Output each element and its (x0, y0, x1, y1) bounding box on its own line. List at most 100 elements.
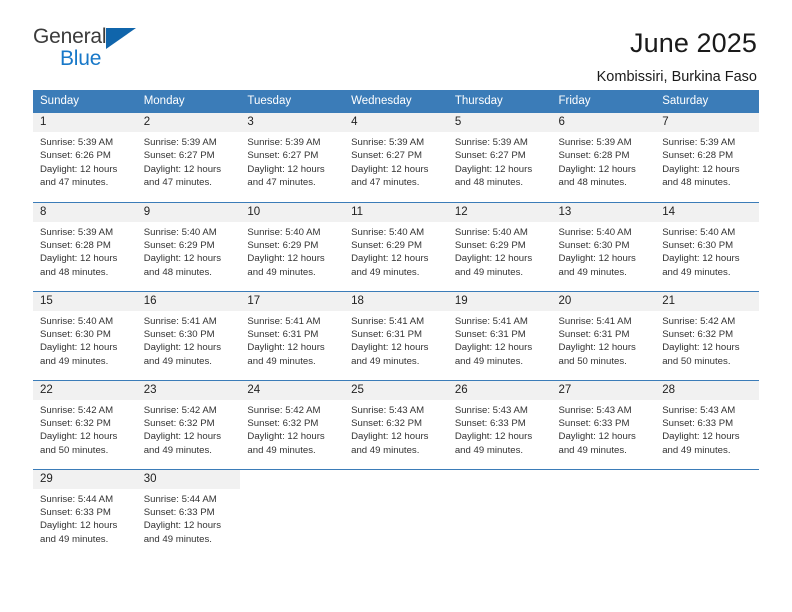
day-number: 10 (240, 202, 345, 222)
day-cell[interactable]: 30 Sunrise: 5:44 AM Sunset: 6:33 PM Dayl… (136, 468, 241, 558)
daylight-text-line1: Daylight: 12 hours (662, 431, 740, 443)
day-cell[interactable]: 8 Sunrise: 5:39 AM Sunset: 6:28 PM Dayli… (33, 201, 137, 291)
sunset-text: Sunset: 6:30 PM (40, 328, 111, 340)
sunset-text: Sunset: 6:28 PM (40, 239, 111, 251)
day-cell[interactable]: 1 Sunrise: 5:39 AM Sunset: 6:26 PM Dayli… (33, 113, 137, 202)
title-block: June 2025 Kombissiri, Burkina Faso (597, 26, 757, 86)
day-cell[interactable]: 17 Sunrise: 5:41 AM Sunset: 6:31 PM Dayl… (240, 290, 345, 380)
logo-triangle-icon (106, 28, 136, 49)
sunrise-text: Sunrise: 5:42 AM (143, 404, 217, 416)
day-cell[interactable]: 18 Sunrise: 5:41 AM Sunset: 6:31 PM Dayl… (344, 290, 448, 380)
day-number: 1 (33, 113, 137, 132)
daylight-text-line2: and 49 minutes. (454, 266, 524, 278)
weekday-header-friday: Friday (551, 90, 656, 113)
sunset-text: Sunset: 6:32 PM (351, 417, 423, 429)
daylight-text-line1: Daylight: 12 hours (247, 253, 325, 265)
sunrise-text: Sunrise: 5:40 AM (662, 226, 736, 238)
day-number (448, 470, 552, 489)
day-number: 15 (33, 291, 137, 311)
sunrise-text: Sunrise: 5:40 AM (40, 315, 114, 327)
daylight-text-line1: Daylight: 12 hours (143, 520, 222, 532)
day-cell[interactable]: 20 Sunrise: 5:41 AM Sunset: 6:31 PM Dayl… (551, 290, 656, 380)
daylight-text-line1: Daylight: 12 hours (40, 342, 118, 354)
day-cell[interactable]: 13 Sunrise: 5:40 AM Sunset: 6:30 PM Dayl… (551, 201, 656, 291)
day-cell[interactable]: 26 Sunrise: 5:43 AM Sunset: 6:33 PM Dayl… (447, 379, 552, 469)
day-cell[interactable]: 10 Sunrise: 5:40 AM Sunset: 6:29 PM Dayl… (240, 201, 345, 291)
sunset-text: Sunset: 6:29 PM (143, 239, 215, 251)
day-details: Sunrise: 5:41 AM Sunset: 6:31 PM Dayligh… (552, 311, 656, 369)
day-details: Sunrise: 5:40 AM Sunset: 6:30 PM Dayligh… (33, 311, 137, 369)
general-blue-logo[interactable]: General Blue (33, 26, 153, 74)
day-number: 26 (447, 380, 552, 400)
daylight-text-line1: Daylight: 12 hours (40, 431, 118, 443)
day-cell[interactable]: 4 Sunrise: 5:39 AM Sunset: 6:27 PM Dayli… (344, 113, 448, 202)
day-number: 3 (240, 113, 345, 132)
day-cell[interactable]: 24 Sunrise: 5:42 AM Sunset: 6:32 PM Dayl… (240, 379, 345, 469)
sunset-text: Sunset: 6:26 PM (40, 150, 111, 162)
daylight-text-line2: and 49 minutes. (247, 355, 316, 367)
day-cell[interactable]: 7 Sunrise: 5:39 AM Sunset: 6:28 PM Dayli… (655, 113, 759, 202)
day-details: Sunrise: 5:39 AM Sunset: 6:28 PM Dayligh… (552, 132, 656, 190)
daylight-text-line1: Daylight: 12 hours (247, 342, 325, 354)
day-cell[interactable]: 22 Sunrise: 5:42 AM Sunset: 6:32 PM Dayl… (33, 379, 137, 469)
day-number: 6 (551, 113, 656, 132)
day-cell-empty (655, 468, 759, 558)
day-cell[interactable]: 2 Sunrise: 5:39 AM Sunset: 6:27 PM Dayli… (136, 113, 241, 202)
day-cell[interactable]: 25 Sunrise: 5:43 AM Sunset: 6:32 PM Dayl… (344, 379, 448, 469)
day-cell[interactable]: 6 Sunrise: 5:39 AM Sunset: 6:28 PM Dayli… (551, 113, 656, 202)
day-cell[interactable]: 19 Sunrise: 5:41 AM Sunset: 6:31 PM Dayl… (447, 290, 552, 380)
sunset-text: Sunset: 6:32 PM (247, 417, 319, 429)
daylight-text-line1: Daylight: 12 hours (351, 163, 429, 175)
sunrise-text: Sunrise: 5:43 AM (558, 404, 632, 416)
day-cell[interactable]: 16 Sunrise: 5:41 AM Sunset: 6:30 PM Dayl… (136, 290, 241, 380)
day-number: 25 (344, 380, 448, 400)
sunset-text: Sunset: 6:32 PM (662, 328, 734, 340)
day-cell-empty (551, 468, 656, 558)
day-number: 5 (447, 113, 552, 132)
sunrise-text: Sunrise: 5:39 AM (454, 137, 528, 148)
day-cell[interactable]: 5 Sunrise: 5:39 AM Sunset: 6:27 PM Dayli… (447, 113, 552, 202)
day-cell[interactable]: 11 Sunrise: 5:40 AM Sunset: 6:29 PM Dayl… (344, 201, 448, 291)
day-number: 29 (33, 469, 137, 489)
daylight-text-line1: Daylight: 12 hours (454, 342, 533, 354)
day-number (552, 470, 656, 489)
sunrise-text: Sunrise: 5:41 AM (143, 315, 217, 327)
day-cell[interactable]: 14 Sunrise: 5:40 AM Sunset: 6:30 PM Dayl… (655, 201, 759, 291)
day-details: Sunrise: 5:39 AM Sunset: 6:28 PM Dayligh… (655, 132, 759, 190)
page-header: General Blue June 2025 Kombissiri, Burki… (0, 0, 792, 85)
daylight-text-line1: Daylight: 12 hours (143, 253, 222, 265)
day-cell[interactable]: 29 Sunrise: 5:44 AM Sunset: 6:33 PM Dayl… (33, 468, 137, 558)
day-cell[interactable]: 28 Sunrise: 5:43 AM Sunset: 6:33 PM Dayl… (655, 379, 759, 469)
daylight-text-line2: and 48 minutes. (558, 177, 627, 189)
sunset-text: Sunset: 6:33 PM (40, 506, 111, 518)
sunset-text: Sunset: 6:33 PM (558, 417, 630, 429)
sunset-text: Sunset: 6:27 PM (143, 150, 215, 162)
day-cell[interactable]: 27 Sunrise: 5:43 AM Sunset: 6:33 PM Dayl… (551, 379, 656, 469)
day-cell[interactable]: 21 Sunrise: 5:42 AM Sunset: 6:32 PM Dayl… (655, 290, 759, 380)
daylight-text-line2: and 47 minutes. (143, 177, 212, 189)
daylight-text-line2: and 49 minutes. (247, 266, 316, 278)
sunset-text: Sunset: 6:28 PM (662, 150, 734, 162)
day-cell[interactable]: 23 Sunrise: 5:42 AM Sunset: 6:32 PM Dayl… (136, 379, 241, 469)
sunrise-sunset-calendar: Sunday Monday Tuesday Wednesday Thursday… (33, 90, 759, 558)
day-cell[interactable]: 15 Sunrise: 5:40 AM Sunset: 6:30 PM Dayl… (33, 290, 137, 380)
daylight-text-line2: and 49 minutes. (143, 533, 212, 545)
day-cell[interactable]: 3 Sunrise: 5:39 AM Sunset: 6:27 PM Dayli… (240, 113, 345, 202)
day-cell-empty (447, 468, 552, 558)
day-cell[interactable]: 9 Sunrise: 5:40 AM Sunset: 6:29 PM Dayli… (136, 201, 241, 291)
day-number: 19 (447, 291, 552, 311)
daylight-text-line2: and 49 minutes. (351, 444, 420, 456)
day-number: 22 (33, 380, 137, 400)
day-details: Sunrise: 5:39 AM Sunset: 6:28 PM Dayligh… (33, 222, 137, 280)
sunset-text: Sunset: 6:33 PM (662, 417, 734, 429)
sunset-text: Sunset: 6:31 PM (558, 328, 630, 340)
sunrise-text: Sunrise: 5:41 AM (351, 315, 425, 327)
day-details: Sunrise: 5:40 AM Sunset: 6:29 PM Dayligh… (344, 222, 448, 280)
day-number: 18 (344, 291, 448, 311)
sunset-text: Sunset: 6:33 PM (143, 506, 215, 518)
day-details: Sunrise: 5:44 AM Sunset: 6:33 PM Dayligh… (137, 489, 241, 547)
day-number: 13 (551, 202, 656, 222)
day-cell[interactable]: 12 Sunrise: 5:40 AM Sunset: 6:29 PM Dayl… (447, 201, 552, 291)
daylight-text-line1: Daylight: 12 hours (662, 342, 740, 354)
sunrise-text: Sunrise: 5:39 AM (40, 137, 114, 148)
